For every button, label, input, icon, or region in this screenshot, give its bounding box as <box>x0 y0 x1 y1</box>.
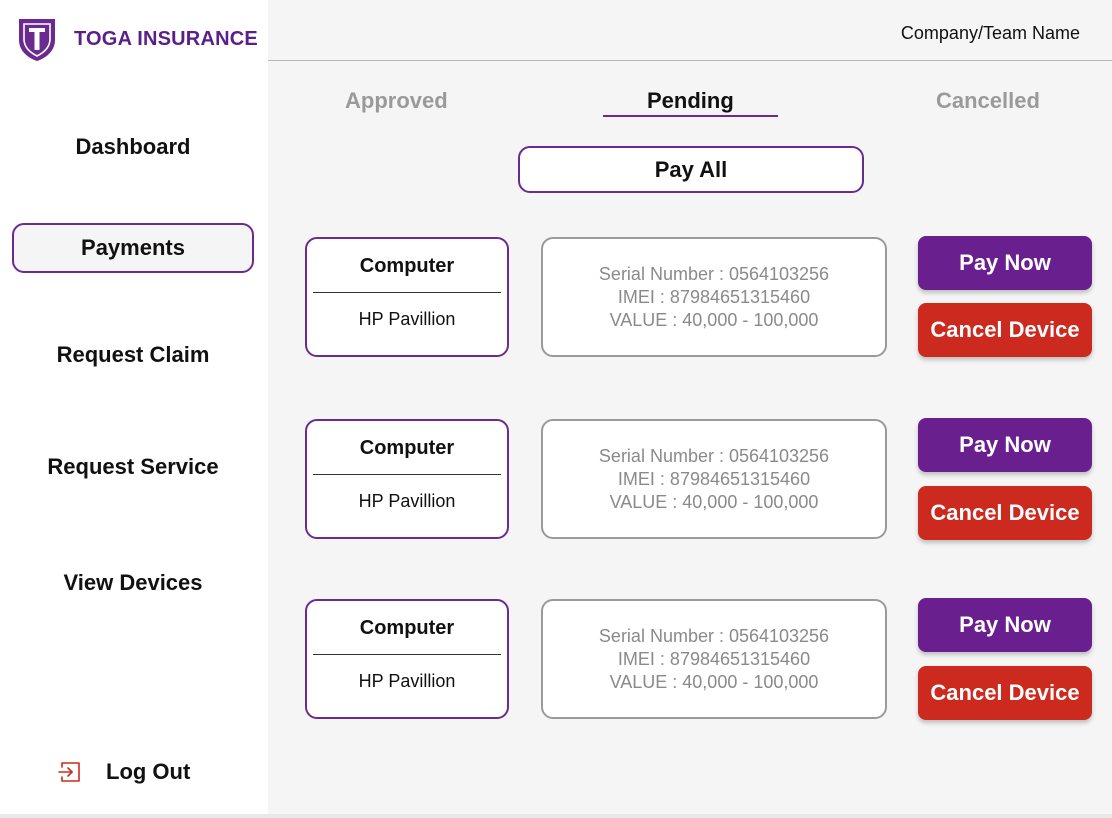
active-tab-indicator <box>603 115 778 117</box>
toga-shield-logo <box>19 19 55 61</box>
sidebar-item-label: Payments <box>81 235 185 260</box>
device-info-card: Serial Number : 0564103256 IMEI : 879846… <box>541 599 887 719</box>
pay-now-button[interactable]: Pay Now <box>918 418 1092 472</box>
pay-now-label: Pay Now <box>959 432 1051 457</box>
cancel-device-label: Cancel Device <box>930 500 1080 525</box>
tab-label: Cancelled <box>936 88 1040 113</box>
device-type: Computer <box>359 617 455 639</box>
sidebar-item-request-claim[interactable]: Request Claim <box>12 330 254 380</box>
device-card[interactable]: Computer HP Pavillion <box>305 237 509 357</box>
company-name: Company/Team Name <box>900 23 1080 43</box>
device-type: Computer <box>359 437 455 459</box>
sidebar-item-label: Request Service <box>47 454 219 479</box>
sidebar-item-label: Request Claim <box>56 342 210 367</box>
cancel-device-label: Cancel Device <box>930 317 1080 342</box>
tab-label: Approved <box>345 88 448 113</box>
device-model: HP Pavillion <box>358 671 456 691</box>
value-range: VALUE : 40,000 - 100,000 <box>609 671 819 692</box>
pay-now-label: Pay Now <box>959 250 1051 275</box>
sidebar-item-view-devices[interactable]: View Devices <box>12 558 254 608</box>
tab-pending[interactable]: Pending <box>647 88 734 114</box>
device-info-card: Serial Number : 0564103256 IMEI : 879846… <box>541 237 887 357</box>
brand-name: TOGA INSURANCE <box>74 27 258 50</box>
pay-now-button[interactable]: Pay Now <box>918 236 1092 290</box>
imei: IMEI : 87984651315460 <box>617 468 811 489</box>
divider <box>313 292 501 293</box>
cancel-device-label: Cancel Device <box>930 680 1080 705</box>
value-range: VALUE : 40,000 - 100,000 <box>609 491 819 512</box>
device-model: HP Pavillion <box>358 309 456 329</box>
sidebar: TOGA INSURANCE Dashboard Payments Reques… <box>0 0 268 818</box>
pay-all-button[interactable]: Pay All <box>518 146 864 193</box>
pay-all-label: Pay All <box>654 156 728 182</box>
cancel-device-button[interactable]: Cancel Device <box>918 486 1092 540</box>
tab-approved[interactable]: Approved <box>345 88 448 114</box>
pay-now-label: Pay Now <box>959 612 1051 637</box>
sidebar-item-label: View Devices <box>63 570 203 595</box>
device-model: HP Pavillion <box>358 491 456 511</box>
divider <box>313 654 501 655</box>
pay-now-button[interactable]: Pay Now <box>918 598 1092 652</box>
serial-number: Serial Number : 0564103256 <box>598 625 830 646</box>
sidebar-item-dashboard[interactable]: Dashboard <box>12 122 254 172</box>
cancel-device-button[interactable]: Cancel Device <box>918 666 1092 720</box>
device-type: Computer <box>359 255 455 277</box>
tab-cancelled[interactable]: Cancelled <box>936 88 1040 114</box>
device-info-card: Serial Number : 0564103256 IMEI : 879846… <box>541 419 887 539</box>
device-card[interactable]: Computer HP Pavillion <box>305 419 509 539</box>
sidebar-item-label: Dashboard <box>75 134 191 159</box>
logout-button[interactable]: Log Out <box>56 758 190 786</box>
cancel-device-button[interactable]: Cancel Device <box>918 303 1092 357</box>
device-card[interactable]: Computer HP Pavillion <box>305 599 509 719</box>
imei: IMEI : 87984651315460 <box>617 286 811 307</box>
top-bar: Company/Team Name <box>268 0 1112 61</box>
logout-icon <box>58 762 80 782</box>
sidebar-item-payments[interactable]: Payments <box>12 223 254 273</box>
serial-number: Serial Number : 0564103256 <box>598 263 830 284</box>
logout-label: Log Out <box>106 759 191 784</box>
divider <box>313 474 501 475</box>
bottom-edge <box>0 814 1112 818</box>
serial-number: Serial Number : 0564103256 <box>598 445 830 466</box>
value-range: VALUE : 40,000 - 100,000 <box>609 309 819 330</box>
imei: IMEI : 87984651315460 <box>617 648 811 669</box>
tab-label: Pending <box>647 88 734 113</box>
brand[interactable]: TOGA INSURANCE <box>16 16 258 62</box>
sidebar-item-request-service[interactable]: Request Service <box>12 442 254 492</box>
